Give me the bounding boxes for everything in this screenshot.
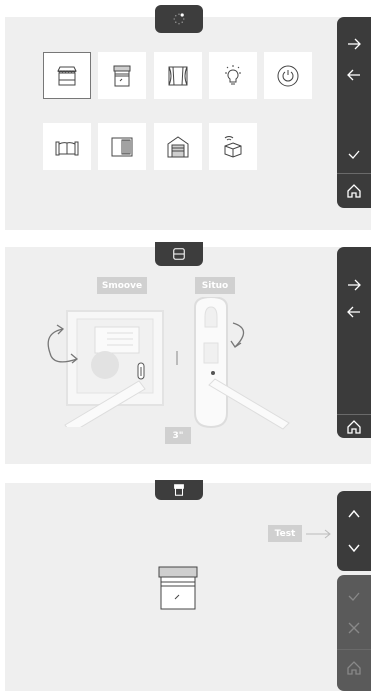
cancel-button[interactable] — [337, 611, 371, 645]
arrow-right-icon — [348, 279, 361, 291]
step-tab — [155, 5, 203, 33]
panel1-sidebar — [337, 17, 371, 208]
duration-label: 3" — [165, 427, 191, 444]
garage-door-icon — [167, 135, 189, 157]
panel3-sidebar-top — [337, 491, 371, 571]
up-button[interactable] — [337, 497, 371, 531]
roller-shutter-icon — [174, 484, 184, 496]
home-button[interactable] — [337, 415, 371, 438]
home-button[interactable] — [337, 174, 371, 208]
light-bulb-icon — [225, 64, 241, 84]
switch-icon — [173, 248, 185, 260]
back-button[interactable] — [337, 295, 371, 329]
sliding-gate-icon — [111, 137, 133, 156]
down-button[interactable] — [337, 531, 371, 565]
home-icon — [347, 184, 361, 198]
awning-icon — [57, 66, 77, 85]
tile-curtain[interactable] — [154, 52, 202, 99]
home-button[interactable] — [337, 651, 371, 685]
sidebar-divider — [337, 649, 371, 650]
wireless-box-icon — [224, 135, 242, 158]
test-panel: Test — [5, 480, 371, 691]
tile-power[interactable] — [264, 52, 312, 99]
check-icon — [348, 592, 360, 601]
situo-remote-illustration — [194, 297, 290, 430]
arrow-right-icon — [348, 38, 361, 50]
home-icon — [347, 661, 361, 675]
roller-shutter-icon — [113, 65, 131, 86]
close-icon — [348, 622, 360, 634]
arrow-right-icon — [306, 529, 331, 539]
device-type-panel — [5, 5, 371, 230]
check-icon — [348, 150, 360, 159]
curtain-icon — [168, 66, 188, 85]
tile-roller-shutter[interactable] — [98, 52, 146, 99]
next-button[interactable] — [337, 27, 371, 61]
panel2-sidebar — [337, 247, 371, 438]
panel3-sidebar-bottom — [337, 575, 371, 691]
arrow-left-icon — [347, 306, 360, 318]
confirm-button[interactable] — [337, 579, 371, 613]
step-tab — [155, 480, 203, 500]
home-icon — [347, 419, 361, 434]
test-label: Test — [268, 525, 302, 542]
arrow-left-icon — [347, 69, 360, 81]
loading-dots-icon — [173, 13, 185, 25]
tile-awning[interactable] — [43, 52, 91, 99]
confirm-button[interactable] — [337, 137, 371, 171]
back-button[interactable] — [337, 58, 371, 92]
tile-gate[interactable] — [43, 123, 91, 170]
tile-light[interactable] — [209, 52, 257, 99]
power-icon — [277, 65, 299, 86]
roller-shutter-illustration — [158, 566, 198, 610]
separator-line — [176, 351, 178, 365]
pairing-panel: Smoove Situo 3" — [5, 242, 371, 464]
smoove-label: Smoove — [97, 277, 147, 294]
step-tab — [155, 242, 203, 266]
chevron-down-icon — [348, 544, 360, 553]
smoove-device-illustration — [47, 310, 164, 427]
situo-label: Situo — [195, 277, 235, 294]
gate-icon — [55, 141, 79, 155]
chevron-up-icon — [348, 509, 360, 518]
tile-wireless-box[interactable] — [209, 123, 257, 170]
tile-sliding-gate[interactable] — [98, 123, 146, 170]
tile-garage-door[interactable] — [154, 123, 202, 170]
